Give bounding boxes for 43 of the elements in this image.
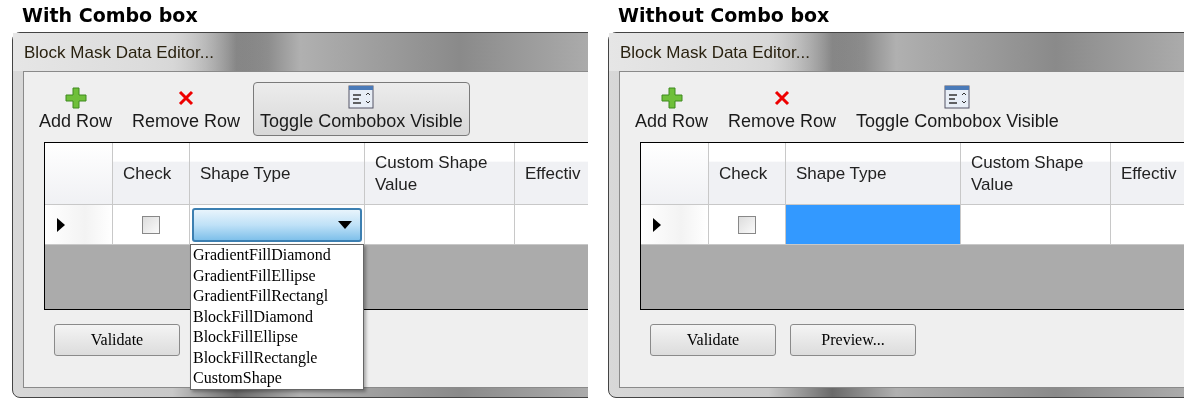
checkbox[interactable] <box>738 215 756 234</box>
corner-header <box>45 143 113 205</box>
toolbar-button[interactable]: Add Row <box>628 84 716 136</box>
plus-icon <box>660 87 683 109</box>
dropdown-option[interactable]: BlockFillRectangle <box>193 347 361 368</box>
toolbar-button[interactable]: Add Row <box>32 84 120 136</box>
dropdown-option[interactable]: CustomShape <box>193 368 361 389</box>
caption: With Combo box <box>22 4 199 26</box>
column-header[interactable]: Check <box>709 143 786 205</box>
toolbar-button[interactable]: Toggle Combobox Visible <box>849 82 1066 136</box>
combo-box[interactable] <box>192 207 362 242</box>
plus-icon <box>64 87 87 109</box>
selected-cell[interactable] <box>786 205 961 245</box>
dialog-button[interactable]: Validate <box>650 324 776 356</box>
toolbar-button[interactable]: Remove Row <box>721 84 844 136</box>
dropdown-option[interactable]: BlockFillEllipse <box>193 327 361 348</box>
column-header[interactable]: Shape Type <box>190 143 365 205</box>
column-header[interactable]: Effectiv <box>515 143 588 205</box>
window-title: Block Mask Data Editor... <box>620 43 810 62</box>
caption: Without Combo box <box>618 4 831 26</box>
row-header[interactable] <box>45 205 113 245</box>
dropdown-option[interactable]: GradientFillDiamond <box>193 245 361 266</box>
dropdown-caret-icon <box>338 220 352 229</box>
dropdown-option[interactable]: BlockFillDiamond <box>193 306 361 327</box>
corner-header <box>641 143 709 205</box>
list-box-icon <box>348 85 375 109</box>
dialog-button[interactable]: Preview... <box>790 324 916 356</box>
dropdown-option[interactable]: GradientFillRectangl <box>193 286 361 307</box>
toolbar-button[interactable]: Toggle Combobox Visible <box>253 82 470 136</box>
toolbar-button[interactable]: Remove Row <box>125 84 248 136</box>
list-box-icon <box>944 85 971 109</box>
column-header[interactable]: Custom Shape Value <box>365 143 515 205</box>
column-header[interactable]: Custom Shape Value <box>961 143 1111 205</box>
column-header[interactable]: Check <box>113 143 190 205</box>
dialog-button[interactable]: Validate <box>54 324 180 356</box>
dropdown-option[interactable]: GradientFillEllipse <box>193 265 361 286</box>
row-header[interactable] <box>641 205 709 245</box>
column-header[interactable]: Effectiv <box>1111 143 1184 205</box>
close-icon <box>178 90 195 106</box>
window-title: Block Mask Data Editor... <box>24 43 214 62</box>
close-icon <box>774 90 791 106</box>
column-header[interactable]: Shape Type <box>786 143 961 205</box>
checkbox[interactable] <box>142 215 160 234</box>
